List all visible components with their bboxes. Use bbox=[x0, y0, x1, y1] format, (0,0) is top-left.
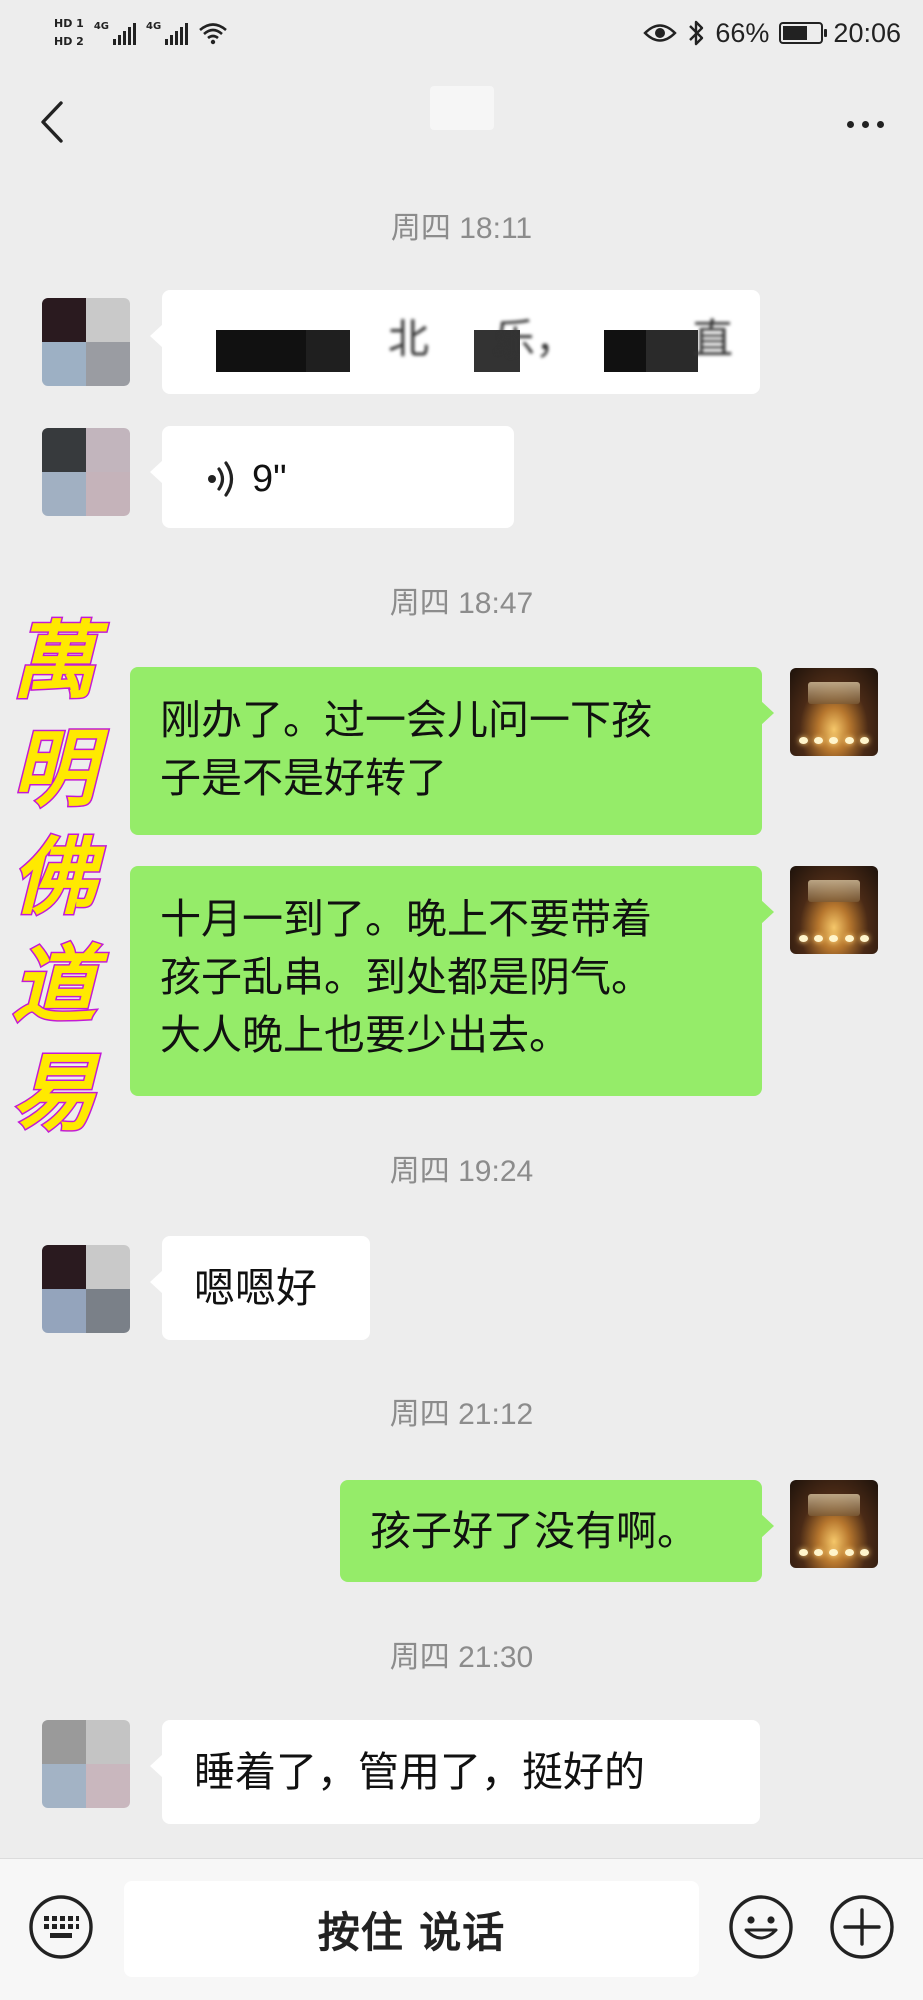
watermark-char: 萬 bbox=[10, 610, 97, 712]
contact-avatar[interactable] bbox=[42, 1245, 130, 1333]
status-left: HD 1 HD 2 4G 4G bbox=[54, 8, 228, 58]
keyboard-icon bbox=[29, 1895, 93, 1959]
message-text: 十月一到了。晚上不要带着 孩子乱串。到处都是阴气。 大人晚上也要少出去。 bbox=[160, 895, 652, 1059]
contact-avatar[interactable] bbox=[42, 428, 130, 516]
message-bubble-in[interactable]: 睡着了，管用了，挺好的 bbox=[150, 1720, 760, 1824]
status-bar: HD 1 HD 2 4G 4G 66% 20:06 bbox=[0, 0, 923, 64]
watermark-char: 佛 bbox=[10, 826, 97, 928]
my-avatar[interactable] bbox=[790, 1480, 878, 1568]
avatar-decor bbox=[808, 880, 860, 902]
redaction-block bbox=[216, 330, 306, 372]
wifi-icon bbox=[199, 23, 228, 45]
plus-icon bbox=[830, 1895, 894, 1959]
bluetooth-icon bbox=[689, 20, 704, 46]
emoji-button[interactable] bbox=[728, 1894, 794, 1960]
chevron-left-icon bbox=[41, 101, 63, 143]
battery-icon bbox=[779, 22, 828, 44]
timestamp: 周四 21:12 bbox=[389, 1398, 534, 1431]
redaction-block bbox=[604, 330, 646, 372]
voice-message-bubble[interactable]: 9" bbox=[150, 426, 514, 528]
watermark-char: 易 bbox=[10, 1042, 97, 1144]
message-bubble-out[interactable]: 刚办了。过一会儿问一下孩 子是不是好转了 bbox=[130, 667, 774, 835]
hd2-label: HD 2 bbox=[54, 35, 84, 48]
battery-percent: 66% bbox=[715, 17, 770, 48]
signal-2-icon: 4G bbox=[146, 21, 189, 45]
chat-header bbox=[0, 64, 923, 189]
more-dot bbox=[861, 120, 869, 128]
message-bubble-in[interactable]: 嗯嗯好 bbox=[150, 1236, 370, 1340]
voice-duration: 9" bbox=[252, 458, 287, 500]
hd1-label: HD 1 bbox=[54, 17, 84, 30]
clock: 20:06 bbox=[833, 17, 901, 48]
message-bubble-in[interactable]: 北 乐， 直 bbox=[150, 290, 760, 394]
hd-indicators: HD 1 HD 2 bbox=[54, 17, 84, 49]
redaction-block bbox=[306, 330, 350, 372]
more-dot bbox=[876, 120, 884, 128]
voice-wave-icon bbox=[208, 461, 234, 497]
message-text: 睡着了，管用了，挺好的 bbox=[194, 1748, 645, 1796]
more-dot bbox=[846, 120, 854, 128]
avatar-decor bbox=[790, 935, 878, 942]
avatar-decor bbox=[790, 737, 878, 744]
message-bubble-out[interactable]: 十月一到了。晚上不要带着 孩子乱串。到处都是阴气。 大人晚上也要少出去。 bbox=[130, 866, 774, 1096]
more-actions-button[interactable] bbox=[829, 1894, 895, 1960]
timestamp: 周四 18:11 bbox=[390, 212, 533, 245]
more-button[interactable] bbox=[835, 104, 895, 144]
watermark-char: 明 bbox=[10, 718, 97, 820]
voice-content: 9" bbox=[204, 450, 287, 508]
status-right: 66% 20:06 bbox=[643, 8, 901, 58]
contact-avatar[interactable] bbox=[42, 298, 130, 386]
keyboard-toggle-button[interactable] bbox=[28, 1894, 94, 1960]
my-avatar[interactable] bbox=[790, 668, 878, 756]
message-bubble-out[interactable]: 孩子好了没有啊。 bbox=[340, 1480, 774, 1582]
message-text: 刚办了。过一会儿问一下孩 子是不是好转了 bbox=[160, 696, 652, 802]
avatar-decor bbox=[790, 1549, 878, 1556]
message-text: 嗯嗯好 bbox=[194, 1264, 317, 1312]
net2-label: 4G bbox=[146, 21, 162, 32]
timestamp: 周四 18:47 bbox=[389, 587, 534, 620]
battery-fill bbox=[783, 26, 808, 40]
avatar-decor bbox=[808, 1494, 860, 1516]
hold-to-talk-button[interactable]: 按住 说话 bbox=[124, 1881, 699, 1977]
redacted-text: 北 bbox=[388, 315, 429, 363]
redacted-text: 乐， bbox=[494, 315, 576, 363]
net1-label: 4G bbox=[93, 21, 109, 32]
back-button[interactable] bbox=[26, 92, 78, 152]
my-avatar[interactable] bbox=[790, 866, 878, 954]
avatar-decor bbox=[808, 682, 860, 704]
signal-1-icon: 4G bbox=[94, 21, 136, 45]
chat-title-redacted bbox=[430, 86, 494, 130]
redaction-block bbox=[646, 330, 698, 372]
timestamp: 周四 21:30 bbox=[389, 1641, 534, 1674]
eye-icon bbox=[643, 24, 678, 42]
timestamp: 周四 19:24 bbox=[389, 1155, 534, 1188]
input-bar: 按住 说话 bbox=[0, 1858, 923, 2000]
emoji-icon bbox=[729, 1895, 793, 1959]
contact-avatar[interactable] bbox=[42, 1720, 130, 1808]
watermark: 萬 明 佛 道 易 bbox=[6, 608, 102, 1146]
watermark-char: 道 bbox=[10, 934, 97, 1036]
redacted-text: 直 bbox=[692, 315, 733, 363]
message-text: 孩子好了没有啊。 bbox=[370, 1507, 698, 1555]
